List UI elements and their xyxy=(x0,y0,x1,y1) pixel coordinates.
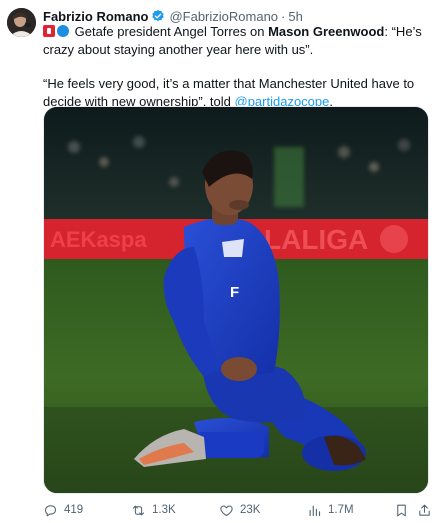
board-text-laliga: LALIGA xyxy=(264,224,368,255)
red-flag-emoji xyxy=(43,25,55,37)
tweet-actions: 419 1.3K 23K 1.7M xyxy=(43,502,430,518)
blue-circle-emoji xyxy=(57,25,69,37)
like-button[interactable]: 23K xyxy=(219,502,260,518)
tweet-line1-bold: Mason Greenwood xyxy=(268,24,385,39)
tweet-header: Fabrizio Romano @FabrizioRomano · 5h xyxy=(43,8,303,24)
reply-count: 419 xyxy=(64,504,84,516)
like-icon xyxy=(220,504,233,516)
bookmark-icon xyxy=(397,504,406,516)
share-button[interactable] xyxy=(417,502,432,518)
tweet-paragraph-1: Getafe president Angel Torres on Mason G… xyxy=(43,23,423,58)
share-icon xyxy=(419,504,430,516)
board-text-left: AEKaspa xyxy=(50,227,147,252)
tweet-paragraph-2: “He feels very good, it’s a matter that … xyxy=(43,75,423,110)
reply-icon xyxy=(44,504,57,516)
like-count: 23K xyxy=(240,504,261,516)
tweet-line2-pre: “He feels very good, it’s a matter that … xyxy=(43,76,415,109)
avatar[interactable] xyxy=(7,8,36,37)
retweet-button[interactable]: 1.3K xyxy=(131,502,176,518)
retweet-icon xyxy=(132,505,145,515)
views-button[interactable]: 1.7M xyxy=(307,502,354,518)
views-icon xyxy=(309,505,321,516)
tweet-line1-pre: Getafe president Angel Torres on xyxy=(74,24,269,39)
views-count: 1.7M xyxy=(328,504,354,516)
reply-button[interactable]: 419 xyxy=(43,502,83,518)
verified-badge-icon[interactable] xyxy=(151,9,165,23)
tweet-timestamp[interactable]: 5h xyxy=(288,9,302,24)
tweet[interactable]: Fabrizio Romano @FabrizioRomano · 5h Get… xyxy=(0,0,438,523)
retweet-count: 1.3K xyxy=(152,504,176,516)
tweet-media-photo[interactable]: AEKaspa LALIGA F xyxy=(43,106,429,494)
author-handle[interactable]: @FabrizioRomano xyxy=(169,9,278,24)
author-display-name[interactable]: Fabrizio Romano xyxy=(43,9,148,24)
separator-dot: · xyxy=(281,8,286,24)
svg-text:F: F xyxy=(230,284,239,301)
bookmark-button[interactable] xyxy=(394,502,409,518)
